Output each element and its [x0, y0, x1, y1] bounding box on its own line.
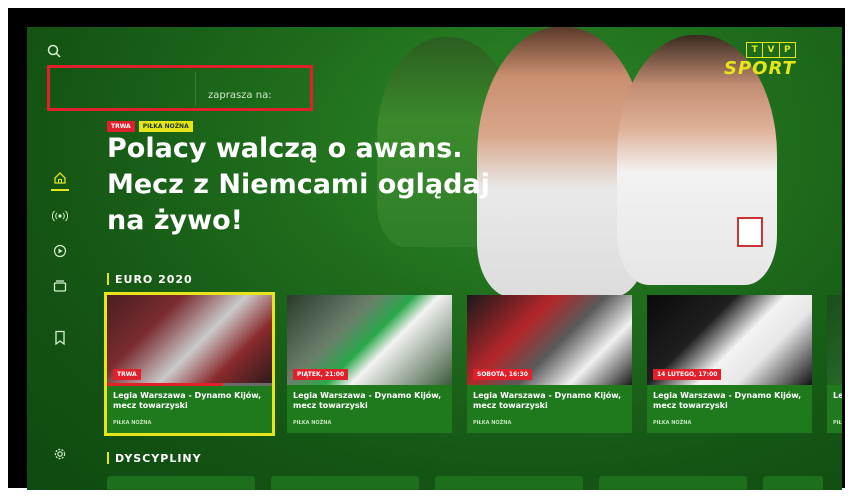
discipline-card[interactable] [435, 476, 583, 490]
section-title-euro: EURO 2020 [107, 273, 193, 286]
discipline-card[interactable] [271, 476, 419, 490]
sponsor-invite-box: zaprasza na: [47, 65, 313, 111]
tvp-letter: V [763, 43, 780, 57]
section-accent-bar [107, 452, 109, 464]
event-category: PIŁKA NOŻNA [653, 420, 692, 426]
event-title: Legia Warszawa - Dynamo Kijów, mecz towa… [473, 391, 622, 410]
play-icon [53, 244, 67, 258]
live-icon [52, 210, 68, 222]
sidebar-item-home[interactable] [45, 167, 75, 191]
tvp-letter: T [747, 43, 764, 57]
event-category: PIŁKA NOŻNA [113, 420, 152, 426]
tv-icon [53, 280, 67, 292]
sport-wordmark: SPORT [724, 58, 796, 79]
hero-headline[interactable]: Polacy walczą o awans. Mecz z Niemcami o… [107, 131, 507, 239]
event-title: Legia Warszawa - Dynamo Kijów, mecz towa… [113, 391, 262, 410]
discipline-card[interactable] [763, 476, 823, 490]
discipline-card[interactable] [599, 476, 747, 490]
event-title: Leg [833, 391, 842, 400]
bookmark-icon [55, 330, 65, 346]
event-card-partial[interactable]: Leg PIŁ [827, 295, 842, 433]
event-badge: SOBOTA, 16:30 [473, 369, 532, 380]
event-title: Legia Warszawa - Dynamo Kijów, mecz towa… [653, 391, 802, 410]
event-badge: 14 LUTEGO, 17:00 [653, 369, 722, 380]
event-title: Legia Warszawa - Dynamo Kijów, mecz towa… [293, 391, 442, 410]
event-category: PIŁ [833, 420, 842, 426]
sidebar-item-tv[interactable] [45, 275, 75, 297]
disciplines-row [107, 476, 842, 490]
settings-icon[interactable] [53, 447, 67, 461]
app-screen: zaprasza na: T V P SPORT TRWA PIŁKA NOŻN… [27, 27, 842, 490]
event-category: PIŁKA NOŻNA [473, 420, 512, 426]
discipline-card[interactable] [107, 476, 255, 490]
search-icon[interactable] [47, 44, 61, 58]
sidebar-item-play[interactable] [45, 240, 75, 262]
poland-emblem-icon [737, 217, 763, 247]
event-thumbnail [827, 295, 842, 385]
event-card[interactable]: SOBOTA, 16:30 Legia Warszawa - Dynamo Ki… [467, 295, 632, 433]
event-badge: TRWA [113, 369, 141, 380]
sidebar-item-live[interactable] [45, 205, 75, 227]
event-card[interactable]: TRWA Legia Warszawa - Dynamo Kijów, mecz… [104, 292, 275, 436]
event-card[interactable]: PIĄTEK, 21:00 Legia Warszawa - Dynamo Ki… [287, 295, 452, 433]
euro-carousel: TRWA Legia Warszawa - Dynamo Kijów, mecz… [104, 292, 842, 437]
event-progress [107, 383, 272, 386]
home-icon [54, 172, 66, 184]
event-card[interactable]: 14 LUTEGO, 17:00 Legia Warszawa - Dynamo… [647, 295, 812, 433]
tv-frame: zaprasza na: T V P SPORT TRWA PIŁKA NOŻN… [8, 8, 845, 490]
event-category: PIŁKA NOŻNA [293, 420, 332, 426]
event-progress-fill [107, 383, 223, 386]
tvp-letters: T V P [746, 42, 796, 58]
section-title-disciplines: DYSCYPLINY [107, 452, 202, 465]
event-badge: PIĄTEK, 21:00 [293, 369, 349, 380]
section-accent-bar [107, 273, 109, 285]
sponsor-divider [195, 72, 196, 106]
sidebar-item-bookmarks[interactable] [45, 327, 75, 349]
invite-text: zaprasza na: [208, 90, 272, 101]
tvp-letter: P [784, 45, 791, 55]
section-title-text: EURO 2020 [115, 273, 193, 286]
tvp-sport-logo: T V P SPORT [724, 42, 820, 80]
section-title-text: DYSCYPLINY [115, 452, 202, 465]
